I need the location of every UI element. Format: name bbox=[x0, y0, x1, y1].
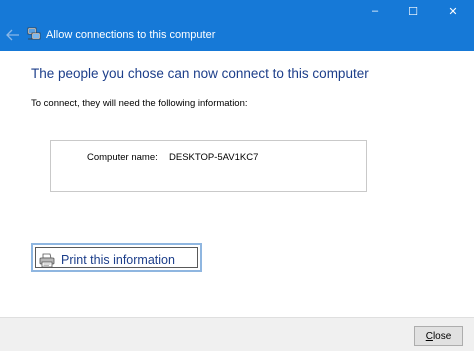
print-information-button[interactable]: Print this information bbox=[31, 243, 202, 272]
footer-bar: Close bbox=[0, 317, 474, 351]
page-heading: The people you chose can now connect to … bbox=[31, 66, 369, 81]
window-controls: – ☐ ✕ bbox=[356, 0, 474, 22]
close-label-rest: lose bbox=[432, 330, 452, 342]
network-computer-icon bbox=[27, 27, 41, 40]
instruction-text: To connect, they will need the following… bbox=[31, 98, 248, 109]
close-mnemonic: C bbox=[425, 330, 433, 342]
computer-name-value: DESKTOP-5AV1KC7 bbox=[169, 152, 259, 163]
print-button-label: Print this information bbox=[61, 253, 175, 267]
title-bar: – ☐ ✕ Allow connections to this computer bbox=[0, 0, 474, 51]
printer-icon bbox=[39, 253, 55, 268]
focus-rectangle: Print this information bbox=[35, 247, 198, 268]
connection-info-box: Computer name: DESKTOP-5AV1KC7 bbox=[50, 140, 367, 192]
minimize-button[interactable]: – bbox=[356, 0, 394, 22]
close-window-button[interactable]: ✕ bbox=[432, 0, 474, 22]
maximize-button[interactable]: ☐ bbox=[394, 0, 432, 22]
close-button[interactable]: Close bbox=[414, 326, 463, 346]
back-arrow-icon[interactable] bbox=[6, 29, 20, 41]
computer-name-label: Computer name: bbox=[87, 152, 158, 163]
window-title: Allow connections to this computer bbox=[46, 29, 216, 41]
